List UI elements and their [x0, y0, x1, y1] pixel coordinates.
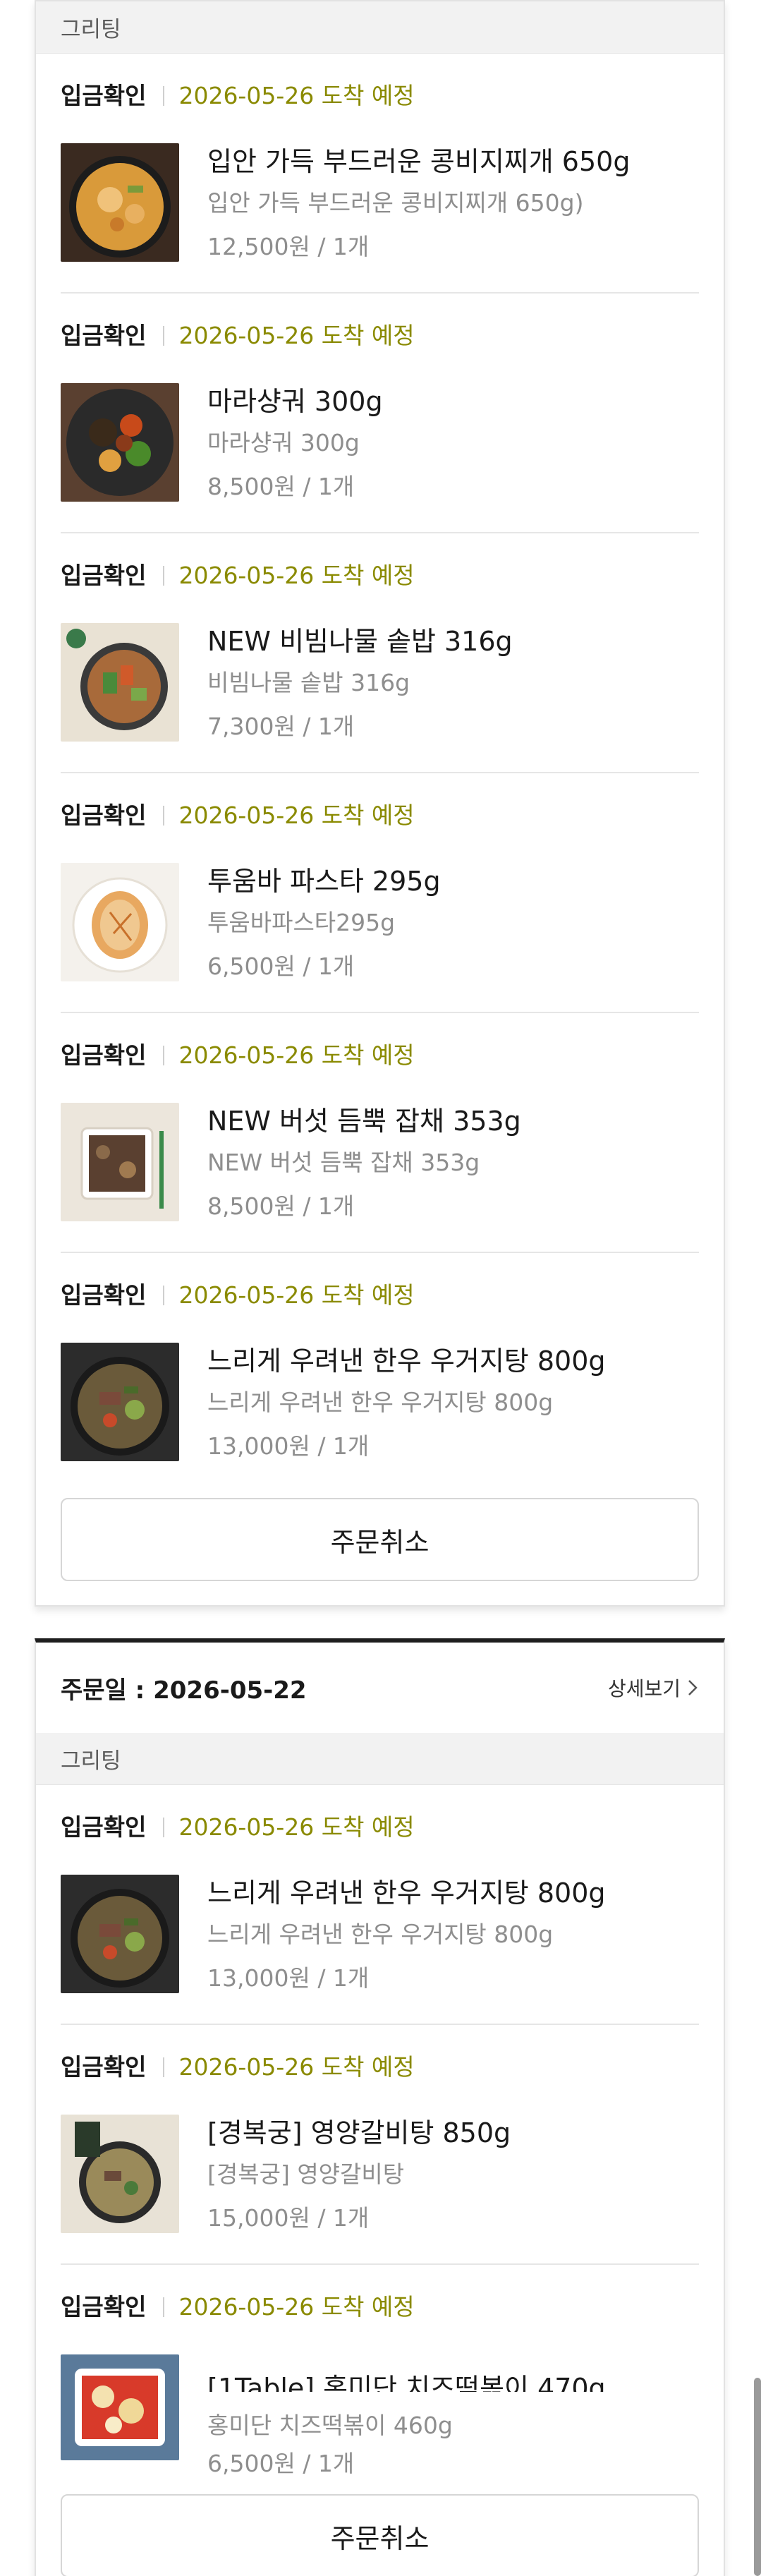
order-card: 그리팅 입금확인 2026-05-26 도착 예정 입안 가득 부드러운 콩비지…	[35, 0, 725, 1607]
status-row: 입금확인 2026-05-26 도착 예정	[61, 82, 415, 110]
divider	[163, 326, 165, 346]
product-option: [경복궁] 영양갈비탕	[207, 2160, 405, 2188]
product-price: 6,500원 / 1개	[207, 2450, 355, 2477]
status-label: 입금확인	[61, 2293, 147, 2321]
product-name[interactable]: 투움바 파스타 295g	[207, 865, 441, 897]
arrival-date: 2026-05-26 도착 예정	[178, 1041, 415, 1069]
divider	[163, 2297, 165, 2317]
stew-bowl-image[interactable]	[61, 143, 179, 262]
cancel-order-button[interactable]: 주문취소	[61, 1498, 699, 1581]
status-label: 입금확인	[61, 562, 147, 589]
status-label: 입금확인	[61, 322, 147, 349]
status-row: 입금확인 2026-05-26 도착 예정	[61, 1041, 415, 1070]
product-price: 8,500원 / 1개	[207, 473, 355, 500]
status-row: 입금확인 2026-05-26 도착 예정	[61, 1281, 415, 1310]
order-item[interactable]: 입금확인 2026-05-26 도착 예정 [1Table] 홍미단 치즈떡볶이…	[61, 2265, 699, 2505]
order-item[interactable]: 입금확인 2026-05-26 도착 예정 느리게 우려낸 한우 우거지탕 80…	[61, 1785, 699, 2025]
order-items: 입금확인 2026-05-26 도착 예정 느리게 우려낸 한우 우거지탕 80…	[36, 1785, 724, 2505]
product-option: NEW 버섯 듬뿍 잡채 353g	[207, 1149, 480, 1176]
arrival-date: 2026-05-26 도착 예정	[178, 1813, 415, 1841]
product-name[interactable]: NEW 버섯 듬뿍 잡채 353g	[207, 1105, 521, 1137]
product-option: 비빔나물 솥밥 316g	[207, 669, 410, 696]
japchae-dish-image[interactable]	[61, 1103, 179, 1221]
product-price: 13,000원 / 1개	[207, 1432, 370, 1460]
status-label: 입금확인	[61, 1281, 147, 1309]
beef-soup-image[interactable]	[61, 1343, 179, 1461]
status-row: 입금확인 2026-05-26 도착 예정	[61, 322, 415, 350]
order-list-page: 그리팅 입금확인 2026-05-26 도착 예정 입안 가득 부드러운 콩비지…	[0, 0, 761, 2576]
detail-link[interactable]: 상세보기	[608, 1674, 699, 1702]
order-item[interactable]: 입금확인 2026-05-26 도착 예정 느리게 우려낸 한우 우거지탕 80…	[61, 1253, 699, 1493]
product-price: 7,300원 / 1개	[207, 713, 355, 740]
product-name[interactable]: 느리게 우려낸 한우 우거지탕 800g	[207, 1877, 606, 1909]
product-name[interactable]: 마라샹궈 300g	[207, 385, 383, 418]
chevron-right-icon	[688, 1680, 698, 1695]
divider	[163, 2057, 165, 2077]
status-label: 입금확인	[61, 82, 147, 109]
order-header: 주문일 : 2026-05-22 상세보기	[36, 1643, 724, 1733]
divider	[163, 1286, 165, 1305]
product-price: 6,500원 / 1개	[207, 953, 355, 980]
product-option: 마라샹궈 300g	[207, 429, 360, 456]
arrival-date: 2026-05-26 도착 예정	[178, 1281, 415, 1309]
order-items: 입금확인 2026-05-26 도착 예정 입안 가득 부드러운 콩비지찌개 6…	[36, 54, 724, 1493]
beef-soup-image[interactable]	[61, 1875, 179, 1993]
status-row: 입금확인 2026-05-26 도착 예정	[61, 2293, 415, 2321]
order-date: 주문일 : 2026-05-22	[61, 1676, 307, 1705]
tteokbokki-image[interactable]	[61, 2354, 179, 2460]
order-item[interactable]: 입금확인 2026-05-26 도착 예정 마라샹궈 300g 마라샹궈 300…	[61, 294, 699, 533]
arrival-date: 2026-05-26 도착 예정	[178, 2053, 415, 2081]
order-item[interactable]: 입금확인 2026-05-26 도착 예정 투움바 파스타 295g 투움바파스…	[61, 773, 699, 1013]
scrollbar[interactable]	[754, 2378, 761, 2576]
status-label: 입금확인	[61, 1041, 147, 1069]
product-name[interactable]: NEW 비빔나물 솥밥 316g	[207, 625, 513, 658]
product-option: 입안 가득 부드러운 콩비지찌개 650g)	[207, 189, 584, 217]
order-card: 주문일 : 2026-05-22 상세보기 그리팅 입금확인 2026-05-2…	[35, 1638, 725, 2576]
status-row: 입금확인 2026-05-26 도착 예정	[61, 2053, 415, 2081]
status-row: 입금확인 2026-05-26 도착 예정	[61, 802, 415, 830]
seller-name: 그리팅	[61, 1748, 121, 1774]
detail-label: 상세보기	[607, 1677, 681, 1700]
product-option: 투움바파스타295g	[207, 909, 396, 936]
arrival-date: 2026-05-26 도착 예정	[178, 82, 415, 109]
arrival-date: 2026-05-26 도착 예정	[178, 322, 415, 349]
order-item[interactable]: 입금확인 2026-05-26 도착 예정 NEW 비빔나물 솥밥 316g 비…	[61, 533, 699, 773]
status-row: 입금확인 2026-05-26 도착 예정	[61, 562, 415, 590]
divider	[163, 566, 165, 586]
product-price: 12,500원 / 1개	[207, 233, 370, 260]
product-price: 13,000원 / 1개	[207, 1964, 370, 1992]
product-name[interactable]: 입안 가득 부드러운 콩비지찌개 650g	[207, 145, 630, 178]
seller-bar: 그리팅	[36, 1733, 724, 1785]
order-item[interactable]: 입금확인 2026-05-26 도착 예정 NEW 버섯 듬뿍 잡채 353g …	[61, 1013, 699, 1253]
seller-bar: 그리팅	[36, 1, 724, 54]
product-option: 홍미단 치즈떡볶이 460g	[207, 2412, 453, 2439]
bibimbap-pot-image[interactable]	[61, 623, 179, 742]
product-price: 15,000원 / 1개	[207, 2204, 370, 2232]
product-price: 8,500원 / 1개	[207, 1192, 355, 1220]
cancel-order-button[interactable]: 주문취소	[61, 2494, 699, 2576]
product-name[interactable]: [1Table] 홍미단 치즈떡볶이 470g	[207, 2372, 606, 2392]
arrival-date: 2026-05-26 도착 예정	[178, 562, 415, 589]
order-item[interactable]: 입금확인 2026-05-26 도착 예정 입안 가득 부드러운 콩비지찌개 6…	[61, 54, 699, 294]
divider	[163, 1818, 165, 1837]
product-name[interactable]: [경복궁] 영양갈비탕 850g	[207, 2117, 511, 2149]
pasta-plate-image[interactable]	[61, 863, 179, 981]
product-name[interactable]: 느리게 우려낸 한우 우거지탕 800g	[207, 1345, 606, 1377]
arrival-date: 2026-05-26 도착 예정	[178, 2293, 415, 2321]
status-label: 입금확인	[61, 1813, 147, 1841]
status-label: 입금확인	[61, 2053, 147, 2081]
divider	[163, 1046, 165, 1065]
arrival-date: 2026-05-26 도착 예정	[178, 802, 415, 829]
seller-name: 그리팅	[61, 17, 121, 42]
stirfry-dish-image[interactable]	[61, 383, 179, 502]
status-label: 입금확인	[61, 802, 147, 829]
divider	[163, 86, 165, 106]
product-option: 느리게 우려낸 한우 우거지탕 800g	[207, 1389, 554, 1416]
galbitang-bowl-image[interactable]	[61, 2115, 179, 2233]
order-item[interactable]: 입금확인 2026-05-26 도착 예정 [경복궁] 영양갈비탕 850g […	[61, 2025, 699, 2265]
divider	[163, 806, 165, 826]
product-option: 느리게 우려낸 한우 우거지탕 800g	[207, 1921, 554, 1948]
status-row: 입금확인 2026-05-26 도착 예정	[61, 1813, 415, 1842]
